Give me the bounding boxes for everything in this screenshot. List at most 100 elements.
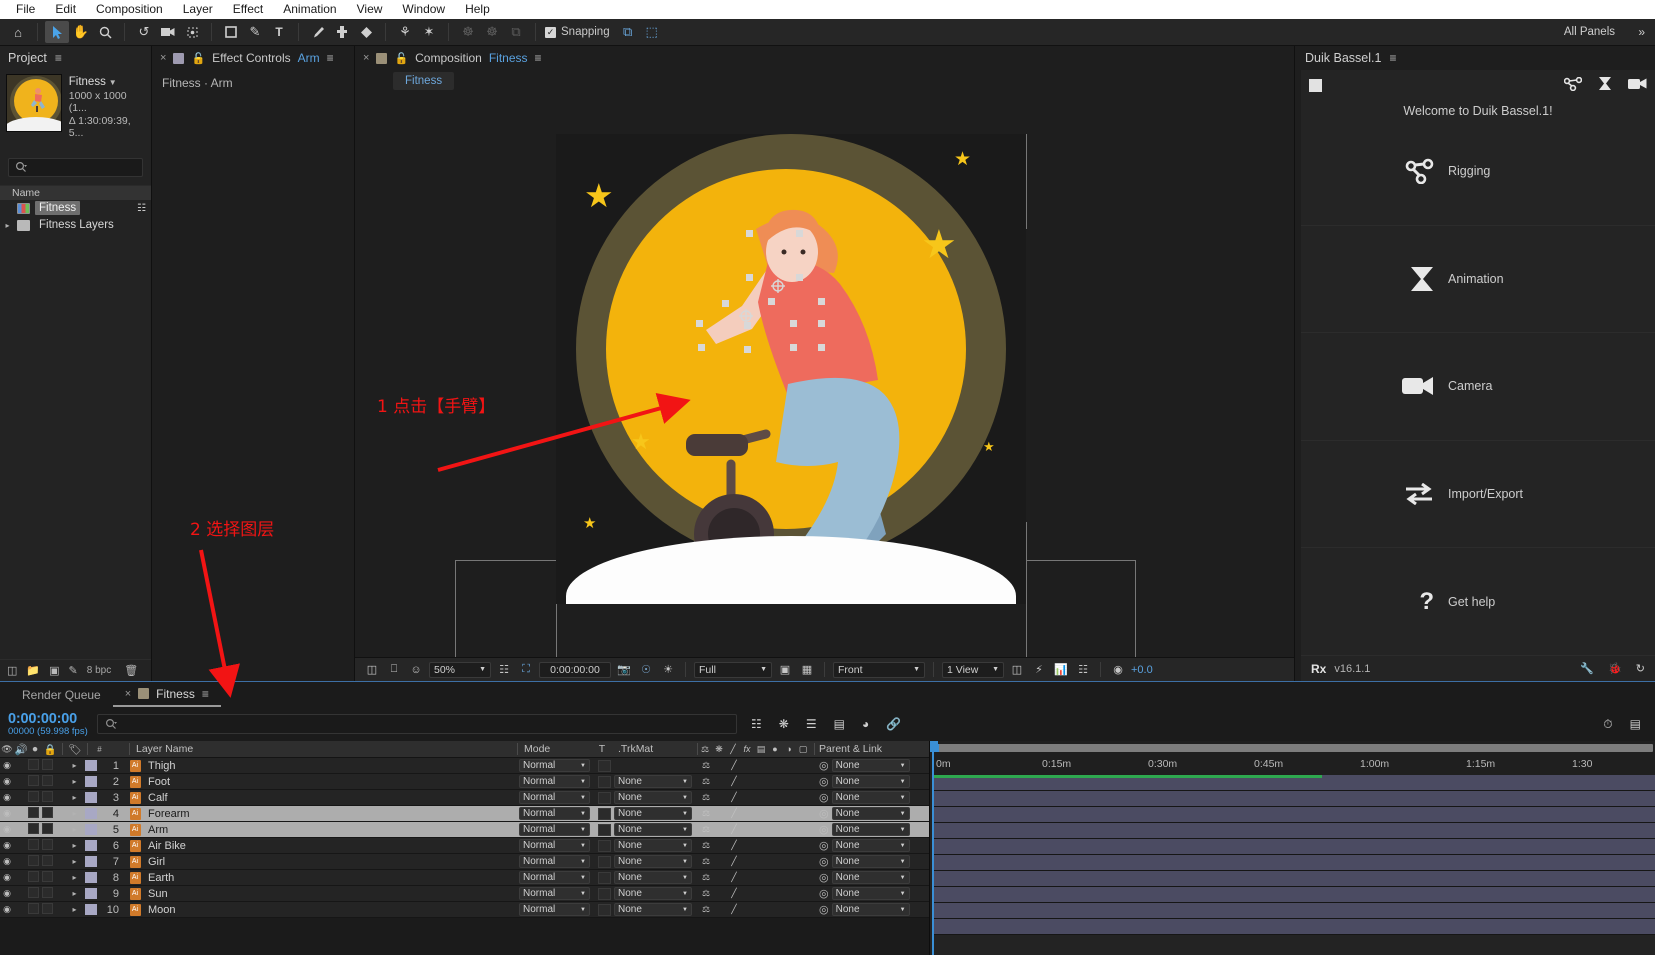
quality-toggle-icon[interactable]: ╱ [727,808,741,819]
menu-item-composition[interactable]: Composition [86,0,173,19]
layer-visibility-icon[interactable]: ◉ [0,776,14,787]
layer-preserve-transparency-toggle[interactable] [594,903,614,916]
disclosure-triangle-icon[interactable]: ▸ [67,825,82,834]
grid-guides-icon[interactable]: ☷ [495,662,513,678]
disclosure-triangle-icon[interactable]: ▸ [67,841,82,850]
menu-item-window[interactable]: Window [392,0,455,19]
layer-mode-select[interactable]: Normal ▼ [519,903,594,916]
layer-lock-toggle[interactable] [42,902,58,917]
pen-tool-icon[interactable]: ✎ [243,21,267,43]
disclosure-triangle-icon[interactable]: ▸ [3,221,12,230]
layer-label-color[interactable] [82,824,100,835]
layer-label-color[interactable] [82,760,100,771]
layer-lock-toggle[interactable] [42,806,58,821]
parent-pickwhip-icon[interactable]: ◎ [819,759,829,772]
composition-viewer[interactable]: ★ ★ ★ ★ ★ ★ 1 点击【手臂】 [355,92,1294,657]
lock-icon[interactable]: 🔓 [191,52,205,65]
layer-visibility-icon[interactable]: ◉ [0,872,14,883]
close-icon[interactable]: × [125,688,131,700]
frame-blending-icon[interactable]: ▤ [834,717,845,731]
home-icon[interactable]: ⌂ [6,21,30,43]
layer-solo-toggle[interactable] [28,902,42,917]
parent-pickwhip-icon[interactable]: ◎ [819,807,829,820]
layer-lock-toggle[interactable] [42,854,58,869]
transparency-grid-icon[interactable]: ▦ [798,662,816,678]
quality-toggle-icon[interactable]: ╱ [727,840,741,851]
layer-label-color[interactable] [82,776,100,787]
disclosure-triangle-icon[interactable]: ▸ [67,777,82,786]
layer-visibility-icon[interactable]: ◉ [0,824,14,835]
layer-duration-bar[interactable] [933,791,1655,807]
pan-behind-tool-icon[interactable] [180,21,204,43]
graph-editor-toggle-icon[interactable]: ▤ [1630,717,1641,731]
close-icon[interactable]: × [160,52,166,64]
layer-preserve-transparency-toggle[interactable] [594,807,614,820]
duik-item-animation[interactable]: Animation [1301,224,1655,333]
layer-visibility-icon[interactable]: ◉ [0,888,14,899]
zoom-level-select[interactable]: 50% ▼ [429,661,491,678]
refresh-icon[interactable]: ↻ [1636,662,1645,675]
duik-document-icon[interactable] [1309,78,1322,92]
layer-trackmatte-select[interactable]: None ▼ [614,871,699,884]
snapping-control[interactable]: ✓ Snapping [545,26,610,38]
layer-visibility-icon[interactable]: ◉ [0,904,14,915]
layer-duration-bar[interactable] [933,887,1655,903]
expand-panels-icon[interactable]: » [1638,25,1645,39]
menu-item-layer[interactable]: Layer [173,0,223,19]
draft-3d-icon[interactable]: ❋ [779,717,789,731]
table-row[interactable]: ◉ ▸ 4 Ai Forearm Normal ▼ None ▼ ⚖ ╱ ◎ None ▼ [0,806,929,822]
color-depth-label[interactable]: 8 bpc [87,665,111,676]
project-search-input[interactable] [8,157,143,177]
roto-brush-tool-icon[interactable]: ⚘ [393,21,417,43]
table-row[interactable]: ◉ ▸ 9 Ai Sun Normal ▼ None ▼ ⚖ ╱ ◎ None ▼ [0,886,929,902]
project-row-fitness[interactable]: Fitness ☷ [0,200,151,217]
duik-item-import-export[interactable]: Import/Export [1301,439,1655,548]
hide-shy-layers-icon[interactable]: ☰ [806,717,817,731]
layer-label-color[interactable] [82,856,100,867]
layer-trackmatte-select[interactable]: None ▼ [614,823,699,836]
camera-shortcut-icon[interactable] [1628,77,1647,93]
layer-solo-toggle[interactable] [28,838,42,853]
layer-mode-select[interactable]: Normal ▼ [519,823,594,836]
layer-trackmatte-select[interactable]: None ▼ [614,791,699,804]
channel-color-icon[interactable]: ☀ [659,662,677,678]
layer-label-color[interactable] [82,792,100,803]
layer-solo-toggle[interactable] [28,774,42,789]
type-tool-icon[interactable]: T [267,21,291,43]
table-row[interactable]: ◉ ▸ 8 Ai Earth Normal ▼ None ▼ ⚖ ╱ ◎ None ▼ [0,870,929,886]
layer-solo-toggle[interactable] [28,790,42,805]
layer-lock-toggle[interactable] [42,822,58,837]
timeline-graph-icon[interactable]: 📊 [1052,662,1070,678]
layer-parent-select[interactable]: ◎ None ▼ [819,823,929,836]
layer-name[interactable]: Foot [144,776,519,788]
work-area-bar[interactable] [932,744,1653,752]
layer-label-color[interactable] [82,904,100,915]
layer-preserve-transparency-toggle[interactable] [594,823,614,836]
shy-toggle-icon[interactable]: ⚖ [699,904,713,915]
layer-parent-select[interactable]: ◎ None ▼ [819,775,929,788]
layer-name[interactable]: Thigh [144,760,519,772]
motion-blur-icon[interactable]: ◕ [862,717,869,731]
layer-label-color[interactable] [82,872,100,883]
view-orientation-select[interactable]: Front ▼ [833,661,925,678]
main-viewer-icon[interactable]: ⎕ [385,662,403,678]
resolution-select[interactable]: Full ▼ [694,661,772,678]
animation-shortcut-icon[interactable] [1598,76,1612,94]
lock-icon[interactable]: 🔓 [394,52,408,65]
duik-item-rigging[interactable]: Rigging [1301,118,1655,225]
comp-flowchart-icon[interactable]: ☷ [1074,662,1092,678]
quality-toggle-icon[interactable]: ╱ [727,824,741,835]
cti-handle[interactable] [930,741,938,752]
menu-item-edit[interactable]: Edit [45,0,86,19]
layer-mode-select[interactable]: Normal ▼ [519,807,594,820]
layer-label-color[interactable] [82,888,100,899]
layer-trackmatte-select[interactable]: None ▼ [614,775,699,788]
auto-keyframe-icon[interactable]: ⏱ [1603,717,1612,732]
snapping-magnet-icon[interactable]: ⧉ [616,21,640,43]
layer-preserve-transparency-toggle[interactable] [594,855,614,868]
layer-solo-toggle[interactable] [28,854,42,869]
puppet-starch-tool-icon[interactable]: ☸ [456,21,480,43]
parent-pickwhip-icon[interactable]: ◎ [819,887,829,900]
fast-previews-icon[interactable]: ⚡ [1030,662,1048,678]
menu-item-file[interactable]: File [6,0,45,19]
